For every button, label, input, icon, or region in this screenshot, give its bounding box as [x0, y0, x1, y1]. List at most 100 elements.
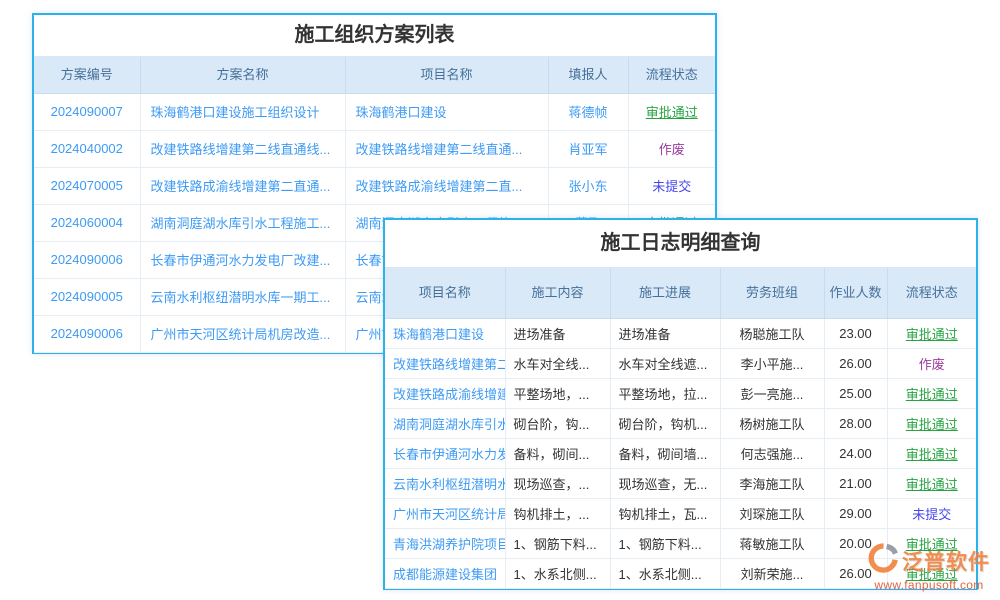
log-query-table: 项目名称 施工内容 施工进展 劳务班组 作业人数 流程状态 珠海鹤港口建设进场准…	[385, 268, 976, 589]
cell-status[interactable]: 审批通过	[887, 378, 976, 408]
table-row[interactable]: 2024070005改建铁路成渝线增建第二直通...改建铁路成渝线增建第二直..…	[34, 167, 715, 204]
col-header-project-name: 项目名称	[385, 268, 505, 318]
plan-table-header-row: 方案编号 方案名称 项目名称 填报人 流程状态	[34, 57, 715, 93]
col-header-progress: 施工进展	[610, 268, 720, 318]
cell-status[interactable]: 审批通过	[887, 318, 976, 348]
cell-project: 改建铁路线增建第二线直通...	[345, 130, 548, 167]
cell-team: 杨聪施工队	[720, 318, 824, 348]
table-row[interactable]: 珠海鹤港口建设进场准备进场准备杨聪施工队23.00审批通过	[385, 318, 976, 348]
cell-status[interactable]: 未提交	[628, 167, 715, 204]
cell-status[interactable]: 审批通过	[887, 438, 976, 468]
table-row[interactable]: 成都能源建设集团1、水系北侧...1、水系北侧...刘新荣施...26.00审批…	[385, 558, 976, 588]
cell-name: 珠海鹤港口建设施工组织设计	[140, 93, 345, 130]
cell-name: 改建铁路线增建第二线直通线...	[140, 130, 345, 167]
cell-progress: 1、钢筋下料...	[610, 528, 720, 558]
cell-reporter: 肖亚军	[548, 130, 628, 167]
cell-id: 2024090007	[34, 93, 140, 130]
col-header-reporter: 填报人	[548, 57, 628, 93]
table-row[interactable]: 广州市天河区统计局钩机排土，...钩机排土，瓦...刘琛施工队29.00未提交	[385, 498, 976, 528]
cell-team: 刘新荣施...	[720, 558, 824, 588]
cell-project: 珠海鹤港口建设	[345, 93, 548, 130]
cell-id: 2024090005	[34, 278, 140, 315]
cell-status[interactable]: 审批通过	[628, 93, 715, 130]
log-query-title: 施工日志明细查询	[385, 220, 976, 268]
cell-progress: 水车对全线遮...	[610, 348, 720, 378]
col-header-worker-count: 作业人数	[824, 268, 887, 318]
cell-content: 平整场地，...	[505, 378, 610, 408]
cell-progress: 平整场地，拉...	[610, 378, 720, 408]
cell-workers: 26.00	[824, 558, 887, 588]
table-row[interactable]: 2024090007珠海鹤港口建设施工组织设计珠海鹤港口建设蒋德帧审批通过	[34, 93, 715, 130]
cell-workers: 29.00	[824, 498, 887, 528]
cell-workers: 23.00	[824, 318, 887, 348]
cell-status[interactable]: 审批通过	[887, 408, 976, 438]
cell-team: 李海施工队	[720, 468, 824, 498]
cell-team: 彭一亮施...	[720, 378, 824, 408]
cell-id: 2024090006	[34, 241, 140, 278]
cell-status[interactable]: 审批通过	[887, 528, 976, 558]
cell-project: 湖南洞庭湖水库引水	[385, 408, 505, 438]
cell-reporter: 张小东	[548, 167, 628, 204]
cell-id: 2024070005	[34, 167, 140, 204]
cell-project: 改建铁路线增建第二线	[385, 348, 505, 378]
cell-workers: 25.00	[824, 378, 887, 408]
cell-progress: 现场巡查，无...	[610, 468, 720, 498]
cell-workers: 28.00	[824, 408, 887, 438]
cell-content: 现场巡查，...	[505, 468, 610, 498]
col-header-plan-id: 方案编号	[34, 57, 140, 93]
cell-project: 广州市天河区统计局	[385, 498, 505, 528]
cell-project: 珠海鹤港口建设	[385, 318, 505, 348]
cell-project: 改建铁路成渝线增建第二直...	[345, 167, 548, 204]
cell-project: 长春市伊通河水力发	[385, 438, 505, 468]
cell-name: 长春市伊通河水力发电厂改建...	[140, 241, 345, 278]
table-row[interactable]: 改建铁路线增建第二线水车对全线...水车对全线遮...李小平施...26.00作…	[385, 348, 976, 378]
cell-content: 1、钢筋下料...	[505, 528, 610, 558]
cell-team: 蒋敏施工队	[720, 528, 824, 558]
cell-name: 广州市天河区统计局机房改造...	[140, 315, 345, 352]
cell-reporter: 蒋德帧	[548, 93, 628, 130]
table-row[interactable]: 2024040002改建铁路线增建第二线直通线...改建铁路线增建第二线直通..…	[34, 130, 715, 167]
cell-status[interactable]: 作废	[887, 348, 976, 378]
col-header-labor-team: 劳务班组	[720, 268, 824, 318]
cell-name: 云南水利枢纽潜明水库一期工...	[140, 278, 345, 315]
cell-id: 2024060004	[34, 204, 140, 241]
cell-content: 进场准备	[505, 318, 610, 348]
cell-content: 水车对全线...	[505, 348, 610, 378]
cell-content: 钩机排土，...	[505, 498, 610, 528]
table-row[interactable]: 青海洪湖养护院项目1、钢筋下料...1、钢筋下料...蒋敏施工队20.00审批通…	[385, 528, 976, 558]
cell-status[interactable]: 作废	[628, 130, 715, 167]
cell-team: 杨树施工队	[720, 408, 824, 438]
cell-status[interactable]: 未提交	[887, 498, 976, 528]
cell-workers: 26.00	[824, 348, 887, 378]
cell-progress: 1、水系北侧...	[610, 558, 720, 588]
cell-content: 备料，砌间...	[505, 438, 610, 468]
log-table-header-row: 项目名称 施工内容 施工进展 劳务班组 作业人数 流程状态	[385, 268, 976, 318]
col-header-status: 流程状态	[628, 57, 715, 93]
cell-workers: 24.00	[824, 438, 887, 468]
cell-status[interactable]: 审批通过	[887, 558, 976, 588]
table-row[interactable]: 湖南洞庭湖水库引水砌台阶，钩...砌台阶，钩机...杨树施工队28.00审批通过	[385, 408, 976, 438]
table-row[interactable]: 改建铁路成渝线增建平整场地，...平整场地，拉...彭一亮施...25.00审批…	[385, 378, 976, 408]
table-row[interactable]: 长春市伊通河水力发备料，砌间...备料，砌间墙...何志强施...24.00审批…	[385, 438, 976, 468]
cell-content: 1、水系北侧...	[505, 558, 610, 588]
log-table-body: 珠海鹤港口建设进场准备进场准备杨聪施工队23.00审批通过改建铁路线增建第二线水…	[385, 318, 976, 588]
cell-progress: 钩机排土，瓦...	[610, 498, 720, 528]
cell-team: 刘琛施工队	[720, 498, 824, 528]
cell-name: 湖南洞庭湖水库引水工程施工...	[140, 204, 345, 241]
cell-progress: 进场准备	[610, 318, 720, 348]
cell-content: 砌台阶，钩...	[505, 408, 610, 438]
cell-progress: 备料，砌间墙...	[610, 438, 720, 468]
col-header-plan-name: 方案名称	[140, 57, 345, 93]
plan-list-title: 施工组织方案列表	[34, 15, 715, 57]
cell-team: 李小平施...	[720, 348, 824, 378]
col-header-project-name: 项目名称	[345, 57, 548, 93]
cell-workers: 21.00	[824, 468, 887, 498]
cell-project: 改建铁路成渝线增建	[385, 378, 505, 408]
cell-status[interactable]: 审批通过	[887, 468, 976, 498]
cell-id: 2024090006	[34, 315, 140, 352]
cell-name: 改建铁路成渝线增建第二直通...	[140, 167, 345, 204]
table-row[interactable]: 云南水利枢纽潜明水现场巡查，...现场巡查，无...李海施工队21.00审批通过	[385, 468, 976, 498]
col-header-work-content: 施工内容	[505, 268, 610, 318]
cell-project: 青海洪湖养护院项目	[385, 528, 505, 558]
cell-id: 2024040002	[34, 130, 140, 167]
